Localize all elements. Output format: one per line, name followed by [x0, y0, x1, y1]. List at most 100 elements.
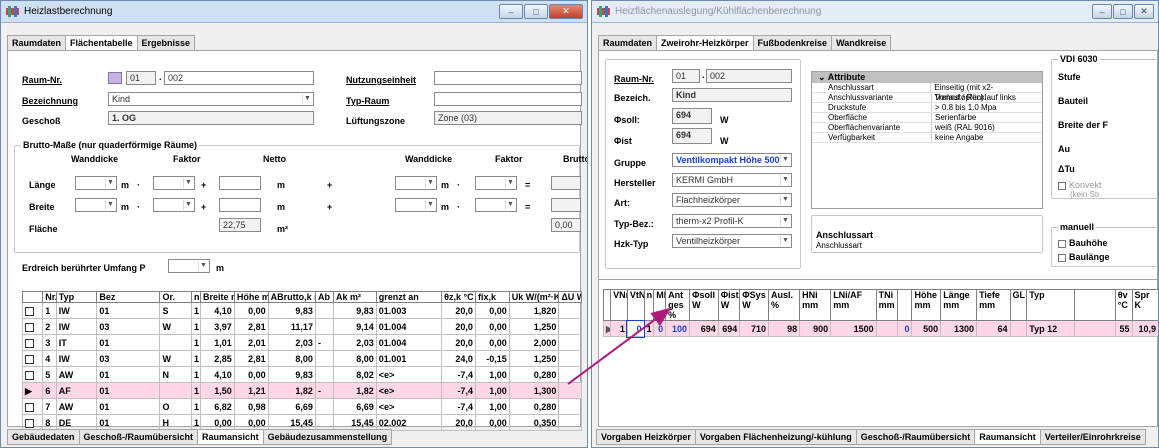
- table-cell[interactable]: 0,00: [233, 366, 269, 383]
- table-cell[interactable]: 2,03: [267, 334, 316, 351]
- column-header[interactable]: Φist W: [717, 289, 741, 321]
- table-cell[interactable]: 0,98: [233, 398, 269, 415]
- table-cell[interactable]: 2,03: [332, 334, 377, 351]
- tab-raumansicht[interactable]: Raumansicht: [197, 429, 264, 445]
- tab-ergebnisse[interactable]: Ergebnisse: [136, 35, 196, 50]
- table-cell[interactable]: 9,14: [332, 318, 377, 335]
- column-header[interactable]: ΦSys W: [739, 289, 769, 321]
- column-header[interactable]: fix,k: [474, 291, 510, 303]
- tab-geschoss-raumuebersicht[interactable]: Geschoß-/Raumübersicht: [855, 429, 976, 445]
- row-pointer-icon[interactable]: ▶: [602, 320, 612, 337]
- laenge-faktor-select[interactable]: ▼: [153, 176, 195, 190]
- table-cell[interactable]: 0: [897, 320, 913, 337]
- table-row[interactable]: 3 IT 01 1 1,01 2,01 2,03-2,03 01.004 20,0 0,00 2,0…: [21, 334, 582, 351]
- table-cell[interactable]: 55: [1114, 320, 1133, 337]
- table-cell[interactable]: [314, 398, 334, 415]
- laenge-wanddicke-select[interactable]: ▼: [75, 176, 117, 190]
- table-cell[interactable]: <e>: [375, 382, 443, 399]
- table-cell[interactable]: 0: [626, 319, 646, 338]
- table-cell[interactable]: 6: [42, 382, 57, 399]
- column-header[interactable]: Höhe mm: [911, 289, 942, 321]
- table-cell[interactable]: 01: [96, 382, 161, 399]
- table-cell[interactable]: 2,01: [233, 334, 269, 351]
- column-header[interactable]: [602, 289, 612, 321]
- table-cell[interactable]: [1074, 320, 1116, 337]
- table-cell[interactable]: 2,85: [200, 350, 235, 367]
- table-cell[interactable]: 1,01: [200, 334, 235, 351]
- table-cell[interactable]: 694: [689, 320, 719, 337]
- breite-faktor-select[interactable]: ▼: [153, 198, 195, 212]
- column-header[interactable]: Breite m: [200, 291, 235, 303]
- table-cell[interactable]: W: [159, 318, 193, 335]
- column-header[interactable]: VtNr: [626, 289, 645, 321]
- table-cell[interactable]: -7,4: [441, 382, 476, 399]
- table-cell[interactable]: [558, 334, 582, 351]
- table-cell[interactable]: 1,82: [267, 382, 316, 399]
- hzktyp-select[interactable]: Ventilheizkörper ▼: [672, 234, 792, 248]
- table-cell[interactable]: 1: [643, 320, 655, 337]
- attribute-row[interactable]: Anschlussart Einseitig (mit x2-Trennstopf…: [812, 83, 1042, 102]
- table-cell[interactable]: 1: [191, 398, 202, 415]
- table-cell[interactable]: -7,4: [441, 366, 476, 383]
- table-cell[interactable]: 1300: [940, 320, 978, 337]
- table-cell[interactable]: 1: [191, 366, 202, 383]
- table-cell[interactable]: 9,83: [267, 302, 316, 319]
- column-header[interactable]: LNi/AF mm: [830, 289, 877, 321]
- column-header[interactable]: ABrutto,k m²: [267, 291, 316, 303]
- table-cell[interactable]: 1: [191, 302, 202, 319]
- table-row[interactable]: 5 AW 01 N 1 4,10 0,00 9,83 8,02 <e> -7,4 1,00 0,280: [21, 366, 582, 383]
- attribute-header[interactable]: ⌄ Attribute: [812, 72, 1042, 83]
- tab-verteiler[interactable]: Verteiler/Einrohrkreise: [1039, 429, 1146, 445]
- column-header[interactable]: [1074, 289, 1116, 321]
- table-cell[interactable]: [314, 302, 334, 319]
- breite-wanddicke2-select[interactable]: ▼: [395, 198, 437, 212]
- table-cell[interactable]: [558, 318, 582, 335]
- column-header[interactable]: ML: [653, 289, 667, 321]
- minimize-button[interactable]: –: [1092, 4, 1112, 19]
- table-cell[interactable]: 2: [42, 318, 57, 335]
- table-cell[interactable]: 0,00: [474, 334, 510, 351]
- table-cell[interactable]: 1,820: [508, 302, 560, 319]
- row-checkbox[interactable]: [21, 318, 44, 335]
- raum-nr-field-1[interactable]: 01: [126, 71, 156, 85]
- maximize-button[interactable]: □: [1113, 4, 1133, 19]
- table-cell[interactable]: 8,00: [267, 350, 316, 367]
- column-header[interactable]: θz,k °C: [441, 291, 476, 303]
- table-cell[interactable]: 0,00: [233, 302, 269, 319]
- table-cell[interactable]: 11,17: [267, 318, 316, 335]
- table-cell[interactable]: 0,280: [508, 398, 560, 415]
- typbez-select[interactable]: therm-x2 Profil-K ▼: [672, 214, 792, 228]
- table-cell[interactable]: 0,00: [474, 414, 510, 431]
- table-cell[interactable]: 1: [191, 350, 202, 367]
- table-cell[interactable]: O: [159, 398, 193, 415]
- table-cell[interactable]: 64: [976, 320, 1011, 337]
- baulaenge-checkbox[interactable]: Baulänge: [1058, 252, 1110, 262]
- column-header[interactable]: Typ: [1026, 289, 1076, 321]
- tab-gebaeudedaten[interactable]: Gebäudedaten: [7, 429, 80, 445]
- column-header[interactable]: n: [191, 291, 202, 303]
- table-cell[interactable]: 0,00: [474, 318, 510, 335]
- column-header[interactable]: Tiefe mm: [976, 289, 1011, 321]
- table-cell[interactable]: 4,10: [200, 366, 235, 383]
- table-cell[interactable]: W: [159, 350, 193, 367]
- column-header[interactable]: GL: [1009, 289, 1028, 321]
- table-cell[interactable]: 1: [191, 318, 202, 335]
- table-cell[interactable]: 2,81: [233, 318, 269, 335]
- table-cell[interactable]: 0,350: [508, 414, 560, 431]
- table-cell[interactable]: 9,83: [332, 302, 377, 319]
- column-header[interactable]: Φsoll W: [689, 289, 719, 321]
- table-cell[interactable]: Typ 12: [1026, 320, 1076, 337]
- table-cell[interactable]: 03: [96, 318, 161, 335]
- table-cell[interactable]: 1: [610, 320, 628, 337]
- table-cell[interactable]: 01.004: [375, 318, 443, 335]
- table-cell[interactable]: 4: [42, 350, 57, 367]
- table-cell[interactable]: -: [314, 382, 334, 399]
- column-header[interactable]: grenzt an: [375, 291, 443, 303]
- table-cell[interactable]: 5: [42, 366, 57, 383]
- table-cell[interactable]: 100: [665, 320, 691, 337]
- bauhoehe-checkbox[interactable]: Bauhöhe: [1058, 238, 1108, 248]
- table-row[interactable]: 7 AW 01 O 1 6,82 0,98 6,69 6,69 <e> -7,4 1,00 0,280: [21, 398, 582, 415]
- table-cell[interactable]: [558, 302, 582, 319]
- column-header[interactable]: HNi mm: [799, 289, 832, 321]
- table-cell[interactable]: 01: [96, 334, 161, 351]
